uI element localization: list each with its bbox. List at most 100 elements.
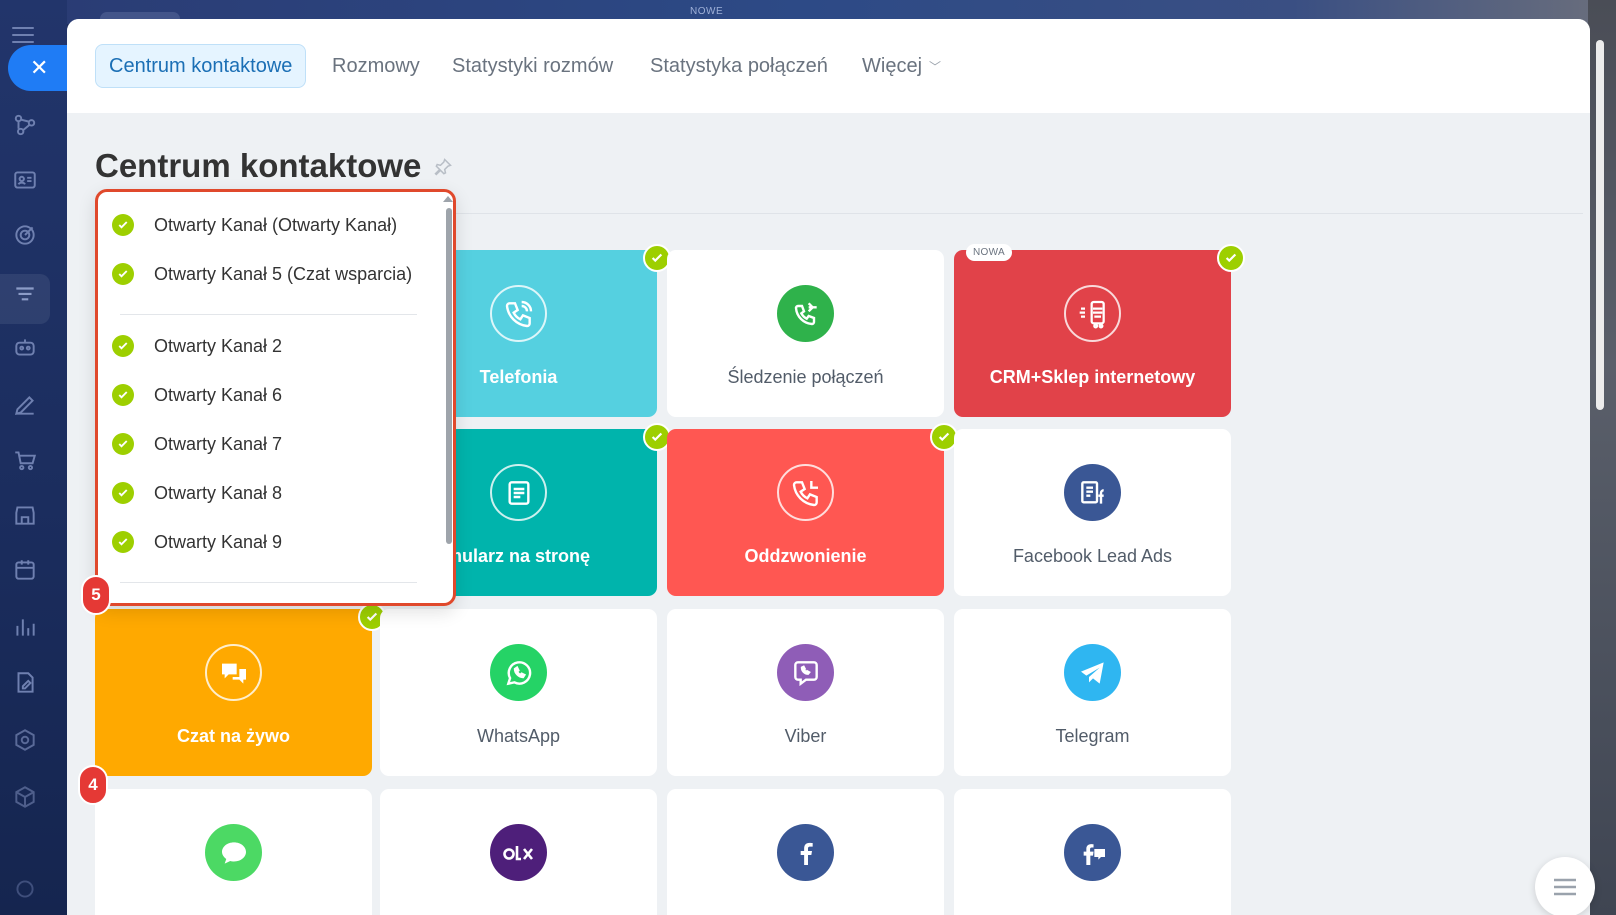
popup-item-open-channel[interactable]: Otwarty Kanał (Otwarty Kanał) <box>112 210 397 240</box>
popup-item-open-channel[interactable]: Otwarty Kanał 2 <box>112 331 282 361</box>
tile-live-chat[interactable]: Czat na żywo <box>95 603 386 776</box>
popup-item-label: Otwarty Kanał 2 <box>154 335 283 356</box>
new-badge: NOWA <box>966 244 1012 261</box>
shopping-cart-icon <box>1064 285 1121 342</box>
whatsapp-icon <box>490 644 547 701</box>
contact-card-icon <box>14 171 36 189</box>
robot-icon <box>15 339 35 356</box>
sidebar-item-more[interactable] <box>10 874 40 904</box>
tile-crm-shop[interactable]: NOWA CRM+Sklep internetowy <box>954 244 1245 417</box>
popup-scrollbar[interactable] <box>446 208 452 544</box>
tile-label: Facebook Lead Ads <box>1012 546 1173 566</box>
scroll-up-arrow-icon[interactable] <box>443 196 453 202</box>
sidebar-item-contact-center[interactable] <box>10 280 40 310</box>
tile-imessage[interactable] <box>95 789 372 915</box>
phone-icon <box>490 285 547 342</box>
tile-label: Śledzenie połączeń <box>727 367 884 387</box>
popup-separator <box>120 582 417 583</box>
sidebar-item-reports[interactable] <box>10 612 40 642</box>
check-icon <box>1217 244 1245 272</box>
pin-icon[interactable] <box>433 157 453 177</box>
sidebar-item-shop[interactable] <box>10 445 40 475</box>
list-icon <box>1554 878 1576 896</box>
tab-more[interactable]: Więcej ﹀ <box>849 44 954 88</box>
facebook-comments-icon <box>1064 824 1121 881</box>
form-icon <box>490 464 547 521</box>
tab-conversations[interactable]: Rozmowy <box>319 44 433 88</box>
tile-label: WhatsApp <box>476 726 561 746</box>
popup-item-label: Otwarty Kanał (Otwarty Kanał) <box>154 214 398 235</box>
popup-item-open-channel[interactable]: Otwarty Kanał 8 <box>112 478 282 508</box>
check-icon <box>112 335 134 357</box>
popup-item-open-channel[interactable]: Otwarty Kanał 7 <box>112 429 282 459</box>
callback-icon <box>777 464 834 521</box>
open-channels-popup: Otwarty Kanał (Otwarty Kanał) Otwarty Ka… <box>95 189 456 606</box>
close-icon: ✕ <box>30 55 49 80</box>
tile-whatsapp[interactable]: WhatsApp <box>380 609 657 776</box>
sidebar-item-calendar[interactable] <box>10 555 40 585</box>
message-icon <box>205 824 262 881</box>
bar-chart-icon <box>16 619 35 636</box>
tile-olx[interactable] <box>380 789 657 915</box>
sidebar-item-apps[interactable] <box>10 782 40 812</box>
popup-item-open-channel[interactable]: Otwarty Kanał 6 <box>112 380 282 410</box>
check-icon <box>112 263 134 285</box>
sidebar-item-target[interactable] <box>10 220 40 250</box>
popup-item-label: Otwarty Kanał 9 <box>154 531 283 552</box>
tab-conversation-stats[interactable]: Statystyki rozmów <box>439 44 626 88</box>
sidebar-item-robot[interactable] <box>10 332 40 362</box>
tile-facebook-lead-ads[interactable]: Facebook Lead Ads <box>954 429 1231 596</box>
step-badge-5: 5 <box>81 575 111 615</box>
menu-icon[interactable] <box>12 27 34 43</box>
background-right-strip <box>1588 0 1616 915</box>
cube-icon <box>15 786 35 808</box>
sidebar-item-sign[interactable] <box>10 390 40 420</box>
document-edit-icon <box>17 672 34 693</box>
sidebar-item-store[interactable] <box>10 500 40 530</box>
sidebar-item-flow[interactable] <box>10 110 40 140</box>
popup-item-label: Otwarty Kanał 5 (Czat wsparcia) <box>154 263 413 284</box>
popup-item-label: Otwarty Kanał 8 <box>154 482 283 503</box>
tab-call-stats[interactable]: Statystyka połączeń <box>637 44 841 88</box>
close-slider-button[interactable]: ✕ <box>8 45 68 91</box>
popup-separator <box>120 314 417 315</box>
tile-call-tracking[interactable]: Śledzenie połączeń <box>667 250 944 417</box>
olx-icon <box>490 824 547 881</box>
tile-label: Oddzwonienie <box>744 546 867 566</box>
telegram-icon <box>1064 644 1121 701</box>
check-icon <box>112 531 134 553</box>
tile-callback[interactable]: Oddzwonienie <box>667 423 958 596</box>
flow-icon <box>14 114 36 136</box>
tile-label: Telegram <box>1055 726 1130 746</box>
call-tracking-icon <box>777 285 834 342</box>
tile-facebook[interactable] <box>667 789 944 915</box>
check-icon <box>112 433 134 455</box>
hexagon-icon <box>15 729 35 751</box>
tile-label: Czat na żywo <box>176 726 291 746</box>
tab-more-label: Więcej <box>862 54 923 77</box>
list-menu-button[interactable] <box>1535 857 1595 915</box>
target-icon <box>15 225 35 245</box>
sidebar-item-docs[interactable] <box>10 668 40 698</box>
background-scroll-handle <box>1596 40 1604 410</box>
tile-label: CRM+Sklep internetowy <box>989 367 1196 387</box>
popup-item-open-channel[interactable]: Otwarty Kanał 9 <box>112 527 282 557</box>
viber-icon <box>777 644 834 701</box>
background-new-label: NOWE <box>690 6 724 17</box>
tile-viber[interactable]: Viber <box>667 609 944 776</box>
tile-facebook-comments[interactable] <box>954 789 1231 915</box>
facebook-icon <box>777 824 834 881</box>
gear-icon <box>16 880 34 898</box>
sidebar-item-settings[interactable] <box>10 725 40 755</box>
calendar-icon <box>15 560 35 580</box>
funnel-icon <box>16 287 34 301</box>
tab-contact-center[interactable]: Centrum kontaktowe <box>95 44 307 88</box>
popup-item-open-channel[interactable]: Otwarty Kanał 5 (Czat wsparcia) <box>112 259 412 289</box>
top-tabs-bar: Centrum kontaktowe Rozmowy Statystyki ro… <box>67 19 1590 113</box>
tile-telegram[interactable]: Telegram <box>954 609 1231 776</box>
chevron-down-icon: ﹀ <box>929 59 942 74</box>
cart-icon <box>15 451 37 471</box>
popup-item-label: Otwarty Kanał 6 <box>154 384 283 405</box>
sidebar-item-contacts[interactable] <box>10 165 40 195</box>
tile-label: Viber <box>784 726 827 746</box>
